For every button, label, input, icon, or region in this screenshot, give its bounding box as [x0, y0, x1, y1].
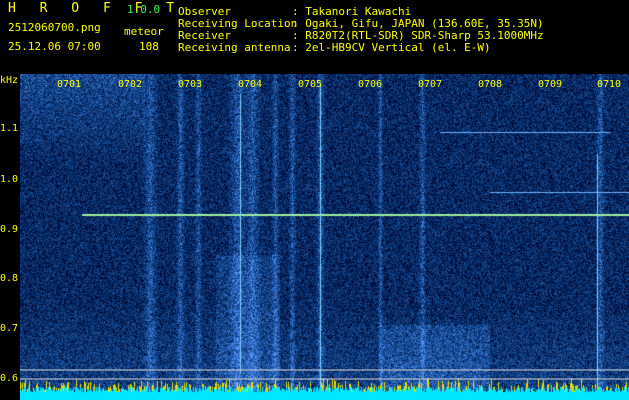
capture-filename: 2512060700.png [8, 21, 101, 34]
x-tick-label: 0709 [538, 79, 563, 90]
x-tick-label: 0701 [57, 79, 82, 90]
x-tick-label: 0704 [238, 79, 263, 90]
header-panel: H R O F F T 1.0.0 2512060700.png meteor … [0, 0, 629, 74]
x-tick-label: 0705 [298, 79, 323, 90]
x-tick-label: 0707 [418, 79, 443, 90]
spectrogram-overlay [20, 369, 629, 380]
y-tick-label: 1.1 [0, 123, 19, 134]
x-tick-label: 0702 [118, 79, 143, 90]
app-version: 1.0.0 [127, 3, 161, 16]
y-tick-label: 0.6 [0, 373, 19, 384]
y-tick-label: 1.0 [0, 174, 19, 185]
x-tick-label: 0708 [478, 79, 503, 90]
info-key-antenna: Receiving antenna [178, 41, 291, 54]
y-tick-label: 0.9 [0, 224, 19, 235]
y-tick-label: 0.8 [0, 273, 19, 284]
x-tick-label: 0703 [178, 79, 203, 90]
spectrogram-panel: 0701 0702 0703 0704 0705 0706 0707 0708 … [20, 74, 629, 400]
info-value-antenna: : 2el-HB9CV Vertical (el. E-W) [292, 41, 491, 54]
capture-datetime: 25.12.06 07:00 [8, 40, 101, 53]
meteor-count: 108 [139, 40, 159, 53]
y-axis-unit: kHz [0, 75, 19, 86]
x-tick-label: 0706 [358, 79, 383, 90]
x-tick-label: 0710 [597, 79, 622, 90]
mode-label: meteor [124, 25, 164, 38]
y-tick-label: 0.7 [0, 323, 19, 334]
